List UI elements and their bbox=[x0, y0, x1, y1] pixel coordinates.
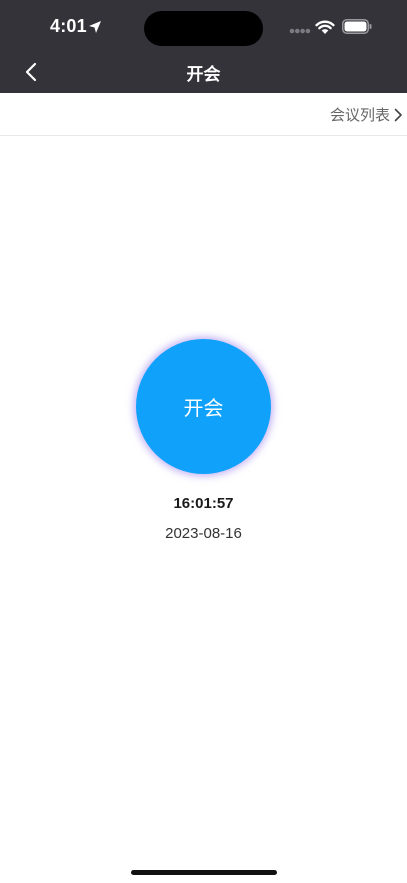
subbar: 会议列表 bbox=[0, 93, 407, 136]
status-time: 4:01 bbox=[50, 16, 87, 36]
page-title: 开会 bbox=[186, 65, 221, 84]
current-date: 2023-08-16 bbox=[165, 525, 242, 542]
location-arrow-icon bbox=[89, 21, 101, 33]
meeting-list-label: 会议列表 bbox=[329, 107, 390, 124]
home-indicator bbox=[131, 870, 277, 875]
meeting-list-link[interactable]: 会议列表 bbox=[330, 104, 403, 125]
start-meeting-label: 开会 bbox=[183, 398, 224, 420]
start-meeting-button[interactable]: 开会 bbox=[136, 339, 271, 474]
battery-icon bbox=[342, 19, 372, 34]
current-time: 16:01:57 bbox=[173, 495, 234, 512]
wifi-icon bbox=[315, 20, 335, 34]
screen: 4:01 开会 会议列表 开会 16:01:57 2023-08-16 bbox=[0, 0, 407, 883]
header-bar: 4:01 开会 bbox=[0, 0, 407, 93]
cellular-signal-icon bbox=[289, 28, 311, 34]
chevron-right-icon bbox=[394, 108, 402, 121]
dynamic-island bbox=[144, 11, 263, 46]
